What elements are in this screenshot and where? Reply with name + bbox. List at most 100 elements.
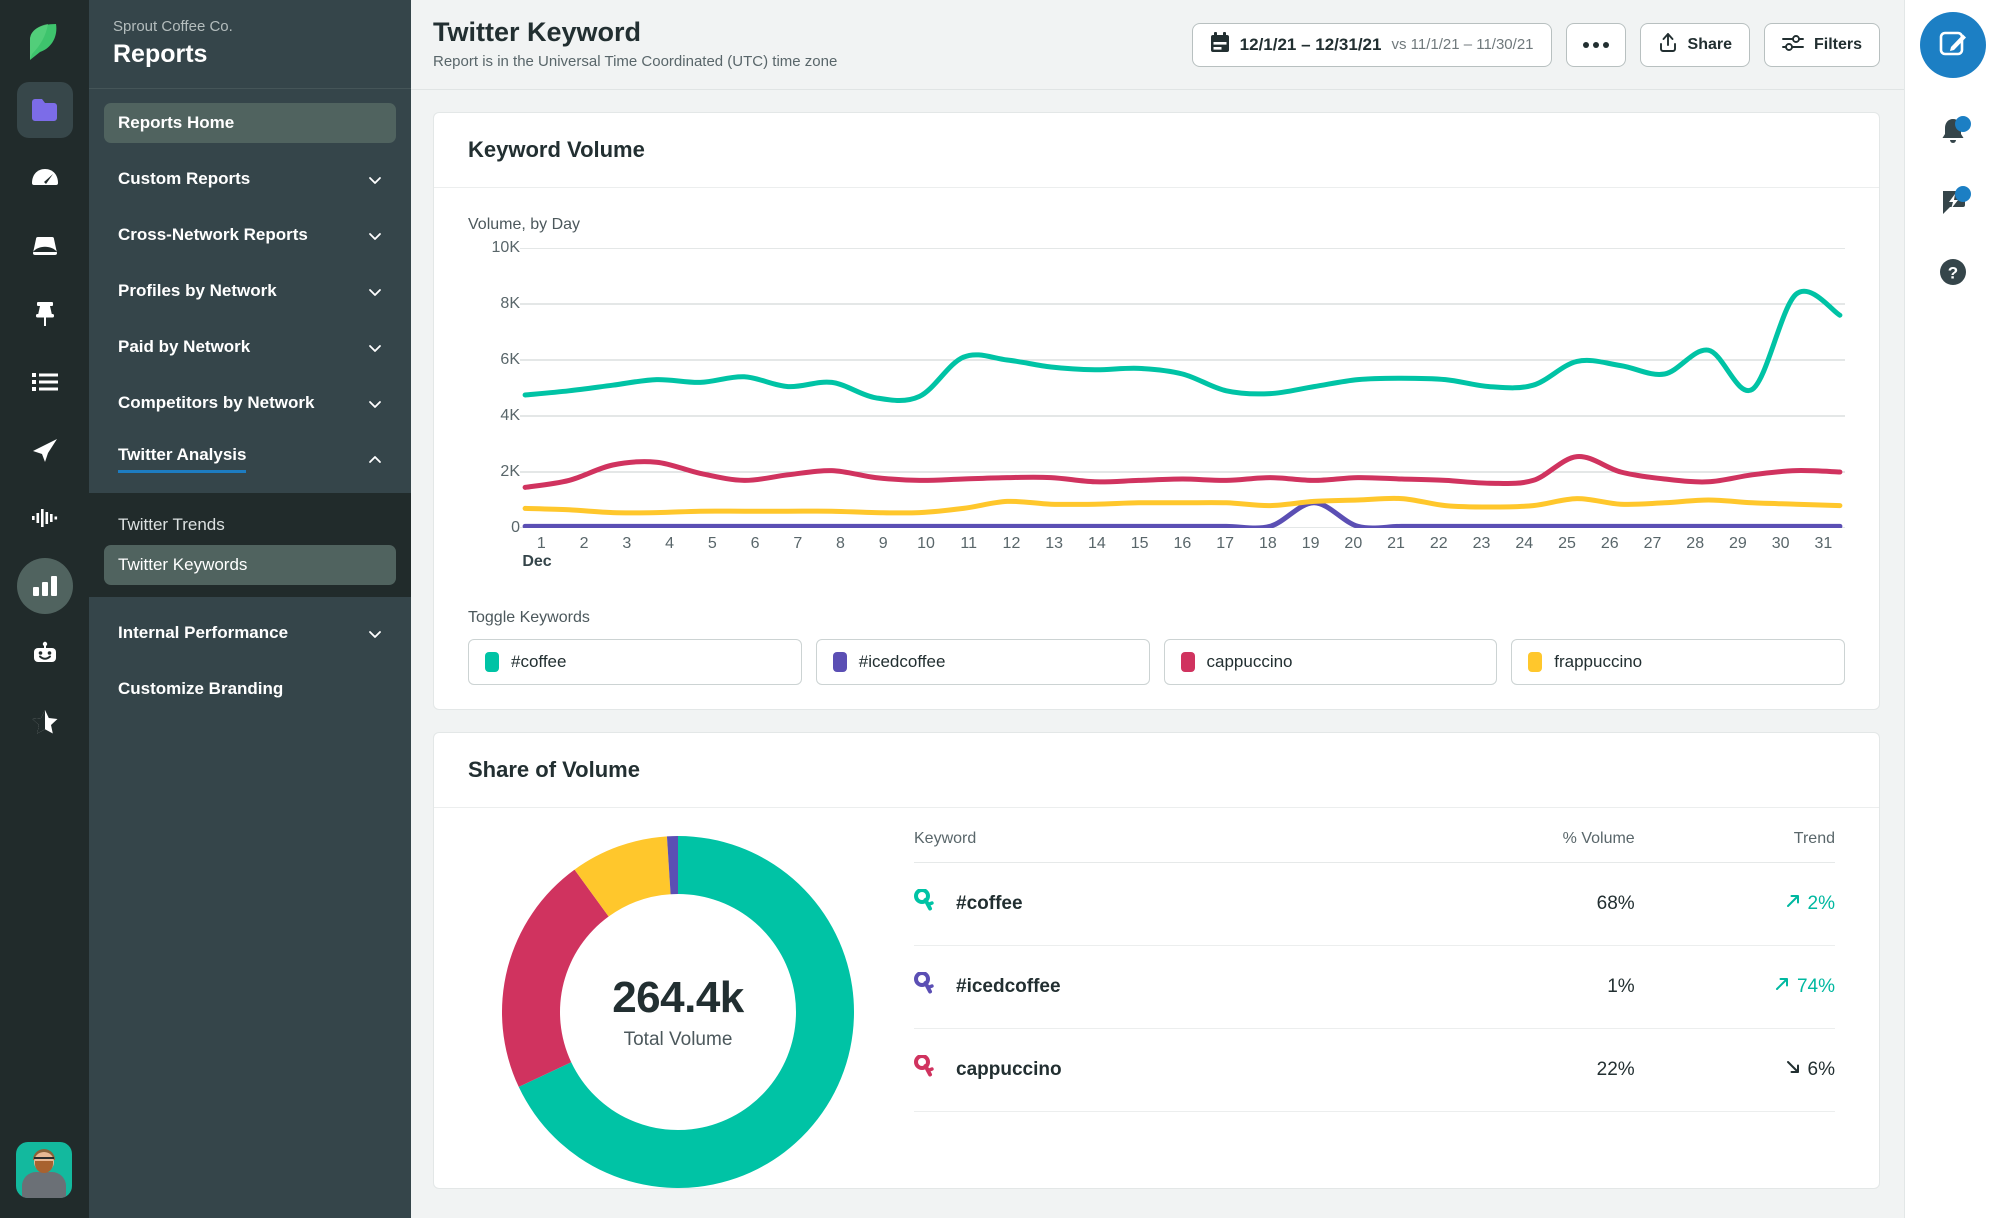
sprout-leaf-logo[interactable] bbox=[17, 14, 73, 70]
x-axis-tick: 18 bbox=[1258, 535, 1277, 552]
date-range-value: 12/1/21 – 12/31/21 bbox=[1239, 34, 1382, 54]
color-swatch bbox=[1528, 652, 1543, 672]
page-title: Twitter Keyword bbox=[433, 17, 642, 47]
series-line bbox=[525, 291, 1840, 400]
sidebar-item-paid-by-network[interactable]: Paid by Network bbox=[104, 327, 396, 367]
x-axis-tick: 28 bbox=[1686, 535, 1705, 552]
x-axis-tick: 25 bbox=[1558, 535, 1576, 552]
avatar[interactable] bbox=[16, 1142, 72, 1198]
compose-button[interactable] bbox=[1919, 12, 1986, 78]
cell-keyword: #icedcoffee bbox=[914, 945, 1399, 1029]
x-axis-tick: 29 bbox=[1729, 535, 1747, 552]
calendar-icon bbox=[1210, 31, 1230, 58]
sidebar-item-twitter-keywords[interactable]: Twitter Keywords bbox=[104, 545, 396, 585]
filters-button[interactable]: Filters bbox=[1763, 22, 1880, 67]
x-axis-month-label: Dec bbox=[522, 553, 552, 570]
help-button[interactable]: ? bbox=[1923, 244, 1983, 304]
sidebar-item-twitter-analysis[interactable]: Twitter Analysis bbox=[104, 439, 396, 479]
rail-item-listening[interactable] bbox=[17, 490, 73, 546]
sidebar-item-internal-performance[interactable]: Internal Performance bbox=[104, 613, 396, 653]
toggle-keywords-label: Toggle Keywords bbox=[468, 609, 590, 626]
share-button[interactable]: Share bbox=[1639, 22, 1750, 67]
sidebar-title: Reports bbox=[113, 40, 208, 68]
rail-item-pin[interactable] bbox=[17, 286, 73, 342]
trend-down-arrow-icon bbox=[1785, 1059, 1801, 1081]
trend-value: 74% bbox=[1796, 976, 1835, 997]
cell-trend: 74% bbox=[1634, 945, 1835, 1029]
sidebar-item-customize-branding[interactable]: Customize Branding bbox=[104, 669, 396, 709]
sidebar-item-reports-home[interactable]: Reports Home bbox=[104, 103, 396, 143]
cell-pct-volume: 22% bbox=[1398, 1028, 1635, 1112]
pin-icon bbox=[33, 301, 57, 327]
y-tick-6k: 6K bbox=[500, 351, 520, 368]
table-row[interactable]: cappuccino 22% 6% bbox=[914, 1028, 1835, 1112]
compose-pencil-icon bbox=[1938, 28, 1968, 63]
rail-item-reviews[interactable] bbox=[17, 694, 73, 750]
keyword-name: cappuccino bbox=[956, 1059, 1062, 1080]
sidebar-item-cross-network-reports[interactable]: Cross-Network Reports bbox=[104, 215, 396, 255]
notifications-button[interactable] bbox=[1923, 104, 1983, 164]
share-of-volume-card-header: Share of Volume bbox=[434, 733, 1879, 808]
rail-item-inbox[interactable] bbox=[17, 218, 73, 274]
list-icon bbox=[31, 371, 59, 393]
rail-item-folder-icon[interactable] bbox=[16, 82, 73, 138]
column-header-keyword: Keyword bbox=[914, 830, 1399, 863]
rail-item-dashboard[interactable] bbox=[17, 150, 73, 206]
keyword-chip-frappuccino[interactable]: frappuccino bbox=[1511, 639, 1845, 685]
whats-new-badge bbox=[1954, 186, 1971, 202]
bot-icon bbox=[31, 641, 59, 667]
keyword-volume-card: Keyword Volume Volume, by Day 10K 8K 6K … bbox=[433, 112, 1880, 710]
sidebar-item-competitors-by-network[interactable]: Competitors by Network bbox=[104, 383, 396, 423]
keyword-volume-card-body: Volume, by Day 10K 8K 6K 4K 2K 0 1 2 3 4… bbox=[434, 188, 1879, 709]
keyword-chip-icedcoffee[interactable]: #icedcoffee bbox=[815, 639, 1150, 685]
sidebar-subitem-label: Twitter Trends bbox=[118, 515, 225, 534]
sidebar-item-twitter-trends[interactable]: Twitter Trends bbox=[104, 505, 396, 545]
x-axis-tick: 15 bbox=[1130, 535, 1149, 552]
trend-up-arrow-icon bbox=[1785, 893, 1801, 915]
whats-new-button[interactable] bbox=[1923, 174, 1983, 234]
table-row[interactable]: #coffee 68% 2% bbox=[914, 862, 1835, 946]
folder-icon bbox=[31, 98, 59, 122]
share-button-label: Share bbox=[1687, 35, 1732, 53]
keyword-table-column: Keyword % Volume Trend #coffee 68% 2% #i… bbox=[888, 830, 1845, 1188]
sidebar-subitem-label: Twitter Keywords bbox=[118, 555, 248, 574]
sidebar-item-label: Profiles by Network bbox=[118, 281, 277, 300]
color-swatch bbox=[485, 652, 499, 672]
x-axis-tick: 26 bbox=[1600, 535, 1619, 552]
plot-area bbox=[520, 248, 1845, 528]
x-axis-tick: 14 bbox=[1088, 535, 1106, 552]
card-title: Keyword Volume bbox=[468, 137, 645, 162]
x-axis-tick: 10 bbox=[917, 535, 935, 552]
column-header-pct-volume: % Volume bbox=[1398, 830, 1635, 863]
rail-item-publishing[interactable] bbox=[17, 422, 73, 478]
rail-item-bot[interactable] bbox=[17, 626, 73, 682]
y-axis: 10K 8K 6K 4K 2K 0 bbox=[468, 239, 520, 536]
filters-sliders-icon bbox=[1782, 32, 1804, 58]
sidebar-item-profiles-by-network[interactable]: Profiles by Network bbox=[104, 271, 396, 311]
color-swatch bbox=[1180, 652, 1195, 672]
y-tick-0: 0 bbox=[511, 519, 520, 536]
trend-up-arrow-icon bbox=[1774, 976, 1790, 998]
rail-item-list[interactable] bbox=[17, 354, 73, 410]
more-options-button[interactable] bbox=[1565, 22, 1626, 67]
sidebar-item-label: Twitter Analysis bbox=[118, 445, 247, 473]
keyword-name: #icedcoffee bbox=[956, 976, 1061, 997]
keyword-chip-cappuccino[interactable]: cappuccino bbox=[1163, 639, 1498, 685]
table-body: #coffee 68% 2% #icedcoffee 1% 74% cappuc… bbox=[914, 862, 1835, 1112]
keyword-table: Keyword % Volume Trend #coffee 68% 2% #i… bbox=[914, 830, 1835, 1112]
keyword-chip-coffee[interactable]: #coffee bbox=[468, 639, 802, 685]
trend-value: 6% bbox=[1807, 1059, 1835, 1080]
keyword-name: #coffee bbox=[956, 893, 1023, 914]
sidebar-item-custom-reports[interactable]: Custom Reports bbox=[104, 159, 396, 199]
keyword-chip-label: cappuccino bbox=[1206, 652, 1293, 671]
rail-item-reports[interactable] bbox=[16, 558, 73, 614]
x-axis-tick: 9 bbox=[878, 535, 888, 552]
share-of-volume-body: 264.4k Total Volume Keyword % Volume Tre… bbox=[434, 808, 1879, 1188]
ellipsis-icon bbox=[1582, 41, 1609, 48]
keyword-toggle-chips: #coffee #icedcoffee cappuccino frappucci… bbox=[468, 639, 1845, 685]
x-axis-tick: 31 bbox=[1814, 535, 1833, 552]
trend-value: 2% bbox=[1807, 893, 1835, 914]
table-row[interactable]: #icedcoffee 1% 74% bbox=[914, 945, 1835, 1029]
date-range-picker[interactable]: 12/1/21 – 12/31/21 vs 11/1/21 – 11/30/21 bbox=[1191, 22, 1552, 67]
reports-bars-icon bbox=[32, 575, 58, 597]
